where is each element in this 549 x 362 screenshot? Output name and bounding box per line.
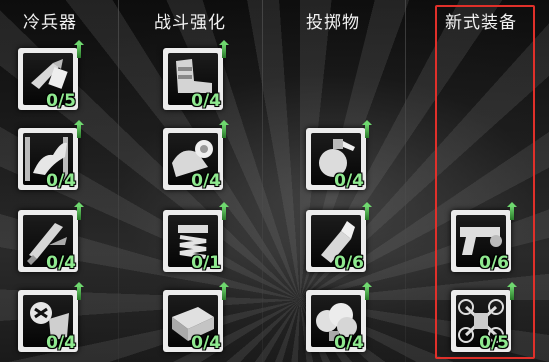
skill-slot[interactable]: 0/5 — [18, 40, 84, 111]
upgrade-arrow-icon — [74, 282, 84, 300]
column-header-combat-enhancement: 战斗强化 — [154, 13, 226, 33]
skill-slot[interactable]: 0/6 — [451, 202, 517, 273]
upgrade-count: 0/6 — [334, 253, 364, 273]
upgrade-arrow-icon — [362, 120, 372, 138]
upgrade-count: 0/4 — [46, 253, 76, 273]
upgrade-arrow-icon — [507, 282, 517, 300]
column-header-melee: 冷兵器 — [23, 13, 77, 33]
upgrade-arrow-icon — [219, 40, 229, 58]
upgrade-arrow-icon — [362, 282, 372, 300]
skill-slot[interactable]: 0/5 — [451, 282, 517, 353]
upgrade-arrow-icon — [74, 202, 84, 220]
skill-slot[interactable]: 0/1 — [163, 202, 229, 273]
column-divider — [118, 0, 119, 362]
skill-slot[interactable]: 0/4 — [18, 120, 84, 191]
upgrade-arrow-icon — [74, 120, 84, 138]
skill-slot[interactable]: 0/4 — [163, 282, 229, 353]
upgrade-arrow-icon — [507, 202, 517, 220]
upgrade-count: 0/1 — [191, 253, 221, 273]
upgrade-arrow-icon — [219, 202, 229, 220]
upgrade-count: 0/4 — [191, 91, 221, 111]
column-header-throwables: 投掷物 — [306, 13, 360, 33]
upgrade-count: 0/4 — [191, 333, 221, 353]
upgrade-count: 0/4 — [46, 333, 76, 353]
column-divider — [262, 0, 263, 362]
skill-slot[interactable]: 0/4 — [18, 202, 84, 273]
upgrade-count: 0/4 — [334, 333, 364, 353]
upgrade-count: 0/4 — [191, 171, 221, 191]
skill-slot[interactable]: 0/4 — [163, 120, 229, 191]
skill-slot[interactable]: 0/4 — [306, 120, 372, 191]
skill-slot[interactable]: 0/4 — [163, 40, 229, 111]
upgrade-arrow-icon — [219, 120, 229, 138]
upgrade-arrow-icon — [362, 202, 372, 220]
skill-slot[interactable]: 0/6 — [306, 202, 372, 273]
upgrade-count: 0/4 — [334, 171, 364, 191]
upgrade-count: 0/5 — [479, 333, 509, 353]
upgrade-count: 0/6 — [479, 253, 509, 273]
skill-slot[interactable]: 0/4 — [306, 282, 372, 353]
upgrade-arrow-icon — [74, 40, 84, 58]
upgrade-arrow-icon — [219, 282, 229, 300]
skill-slot[interactable]: 0/4 — [18, 282, 84, 353]
upgrade-count: 0/4 — [46, 171, 76, 191]
upgrade-count: 0/5 — [46, 91, 76, 111]
column-divider — [405, 0, 406, 362]
